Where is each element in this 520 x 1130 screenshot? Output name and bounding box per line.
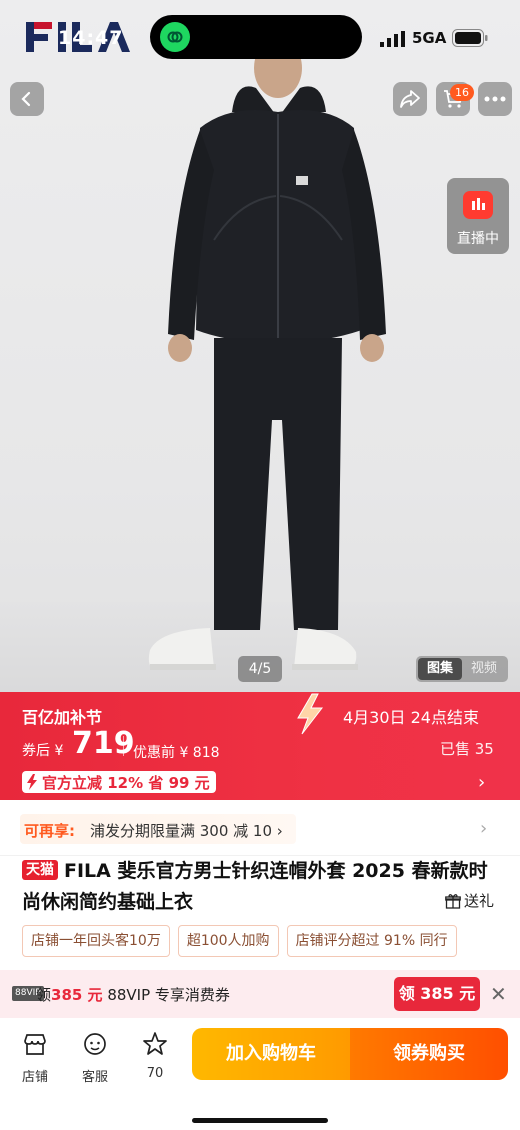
- product-tag: 店铺一年回头客10万: [22, 925, 170, 957]
- media-toggle[interactable]: 图集 视频: [416, 656, 508, 682]
- image-counter: 4/5: [238, 656, 282, 682]
- customer-service-button[interactable]: 客服: [72, 1030, 118, 1085]
- status-bar: 14:47 5GA: [0, 0, 520, 70]
- home-indicator: [192, 1118, 328, 1123]
- vip-prefix: 领: [36, 986, 52, 1004]
- store-label: 店铺: [21, 1070, 48, 1085]
- product-tag: 店铺评分超过 91% 同行: [286, 925, 457, 957]
- promo-end-date: 4月30日 24点结束: [343, 708, 479, 727]
- price-label: 券后 ¥: [22, 743, 64, 759]
- chevron-left-icon: [21, 91, 31, 107]
- discount-text: 官方立减 12% 省 99 元: [42, 773, 210, 792]
- live-icon: [463, 191, 493, 219]
- favorite-count: 70: [146, 1066, 164, 1081]
- price-before-discount: 优惠前 ¥ 818: [133, 745, 220, 761]
- share-button[interactable]: [393, 82, 427, 116]
- cell-signal-icon: [380, 31, 405, 47]
- buy-now-button[interactable]: 领券购买: [350, 1028, 508, 1080]
- discount-chip: 官方立减 12% 省 99 元: [22, 771, 216, 793]
- price-divider: [123, 736, 124, 756]
- benefit-text: 浦发分期限量满 300 减 10 ›: [90, 822, 283, 840]
- more-icon: [484, 96, 506, 102]
- lightning-icon: [297, 693, 324, 735]
- gift-button[interactable]: 送礼: [445, 890, 494, 911]
- tmall-tag: 天猫: [22, 860, 58, 880]
- claim-coupon-button[interactable]: 领 385 元: [394, 977, 480, 1011]
- live-stream-button[interactable]: 直播中: [447, 178, 509, 254]
- promo-banner[interactable]: 百亿加补节 4月30日 24点结束 券后 ¥ 719 优惠前 ¥ 818 已售 …: [0, 692, 520, 800]
- tab-video[interactable]: 视频: [462, 658, 506, 680]
- chevron-right-icon: ›: [480, 818, 488, 839]
- tab-gallery[interactable]: 图集: [418, 658, 462, 680]
- star-icon: [143, 1032, 167, 1055]
- share-icon: [400, 90, 420, 108]
- vip-suffix: 88VIP 专享消费券: [102, 986, 230, 1004]
- add-to-cart-button[interactable]: 加入购物车: [192, 1028, 350, 1080]
- app-activity-icon: [160, 22, 190, 52]
- bottom-action-bar: 店铺 客服 70 加入购物车 领券购买: [0, 1018, 520, 1130]
- sold-count: 已售 35: [440, 740, 494, 758]
- product-title: 天猫 FILA 斐乐官方男士针织连帽外套 2025 春新款时尚休闲简约基础上衣: [22, 856, 498, 918]
- battery-icon: [452, 29, 488, 47]
- close-icon[interactable]: ✕: [490, 982, 507, 1006]
- store-button[interactable]: 店铺: [12, 1030, 58, 1085]
- product-page: 14:47 5GA 16 直播中 4/5 图集 视频 百亿加补节 4月30日 2…: [0, 0, 520, 1130]
- product-title-text: FILA 斐乐官方男士针织连帽外套 2025 春新款时尚休闲简约基础上衣: [22, 860, 488, 913]
- product-tag: 超100人加购: [177, 925, 279, 957]
- price-after-coupon: 719: [72, 726, 135, 761]
- bolt-icon: [27, 774, 37, 790]
- live-label: 直播中: [457, 231, 499, 247]
- more-button[interactable]: [478, 82, 512, 116]
- network-type: 5GA: [412, 29, 447, 47]
- back-button[interactable]: [10, 82, 44, 116]
- service-label: 客服: [81, 1070, 108, 1085]
- favorite-button[interactable]: 70: [132, 1030, 178, 1081]
- chevron-right-icon: ›: [478, 772, 486, 793]
- promo-title: 百亿加补节: [22, 708, 103, 727]
- vip-amount: 385 元: [51, 986, 103, 1004]
- extra-benefits-row[interactable]: 可再享: 浦发分期限量满 300 减 10 › ›: [0, 800, 520, 856]
- purchase-actions: 加入购物车 领券购买: [192, 1028, 508, 1080]
- vip-coupon-text: 领385 元 88VIP 专享消费券: [36, 984, 230, 1005]
- store-icon: [24, 1034, 46, 1055]
- cart-count-badge: 16: [450, 84, 474, 101]
- gift-label: 送礼: [464, 892, 495, 910]
- dynamic-island: [150, 15, 362, 59]
- product-tags: 店铺一年回头客10万 超100人加购 店铺评分超过 91% 同行: [22, 925, 498, 959]
- status-time: 14:47: [58, 27, 124, 49]
- vip-coupon-bar: 88VIP 领385 元 88VIP 专享消费券 领 385 元 ✕: [0, 970, 520, 1018]
- service-icon: [84, 1033, 106, 1055]
- benefit-label: 可再享:: [24, 822, 75, 840]
- gift-icon: [445, 893, 461, 909]
